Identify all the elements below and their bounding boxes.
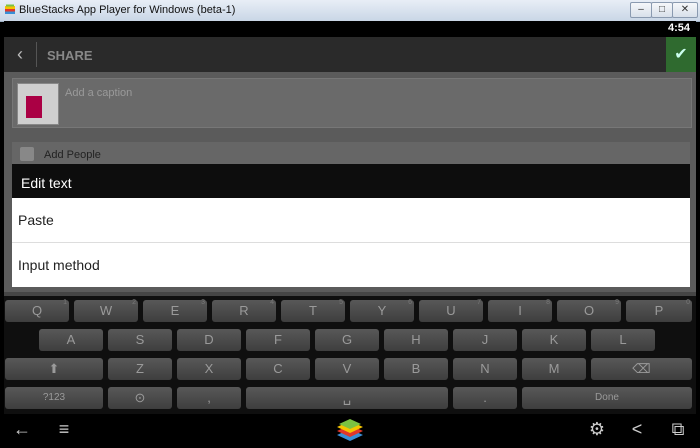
edit-text-dialog: Edit text Paste Input method — [12, 164, 690, 288]
key-k[interactable]: K — [522, 329, 586, 351]
gear-icon: ⚙ — [588, 419, 606, 439]
backspace-icon: ⌫ — [632, 361, 651, 376]
key-w[interactable]: W2 — [74, 299, 138, 322]
key-l[interactable]: L — [591, 329, 655, 351]
key-u[interactable]: U7 — [419, 299, 483, 322]
shift-key[interactable]: ⬆ — [5, 358, 103, 380]
key-e[interactable]: E3 — [143, 299, 207, 322]
back-button[interactable]: ‹ — [4, 37, 36, 72]
key-m[interactable]: M — [522, 358, 586, 380]
keyboard-settings-key[interactable]: ⊙ — [108, 387, 172, 409]
key-o[interactable]: O9 — [557, 299, 621, 322]
share-icon: < — [631, 419, 643, 439]
key-c[interactable]: C — [246, 358, 310, 380]
maximize-icon: □ — [658, 4, 666, 15]
nav-window-button[interactable]: ⧉ — [664, 414, 692, 444]
android-screen: 4:54 ‹ SHARE ✔ Add a caption Add People … — [4, 21, 696, 444]
add-people-label: Add People — [44, 149, 101, 161]
share-confirm-button[interactable]: ✔ — [666, 37, 696, 72]
bluestacks-home-button[interactable] — [335, 417, 365, 443]
close-button[interactable]: ✕ — [672, 2, 698, 18]
person-icon — [20, 147, 34, 161]
maximize-button[interactable]: □ — [651, 2, 673, 18]
space-icon: ␣ — [342, 390, 352, 405]
key-t[interactable]: T5 — [281, 299, 345, 322]
photo-thumbnail — [17, 83, 59, 125]
key-r[interactable]: R4 — [212, 299, 276, 322]
key-g[interactable]: G — [315, 329, 379, 351]
comma-key[interactable]: , — [177, 387, 241, 409]
checkmark-icon: ✔ — [674, 46, 688, 63]
delete-key[interactable]: ⌫ — [591, 358, 692, 380]
nav-settings-button[interactable]: ⚙ — [584, 414, 610, 444]
dialog-item-label: Paste — [18, 212, 54, 228]
symbols-key[interactable]: ?123 — [5, 387, 103, 409]
window-titlebar: BlueStacks App Player for Windows (beta-… — [0, 0, 700, 22]
period-key[interactable]: . — [453, 387, 517, 409]
close-icon: ✕ — [680, 4, 690, 15]
key-q[interactable]: Q1 — [5, 299, 69, 322]
menu-icon: ≡ — [58, 419, 70, 439]
status-bar: 4:54 — [4, 21, 696, 37]
shift-icon: ⬆ — [48, 361, 60, 376]
key-y[interactable]: Y6 — [350, 299, 414, 322]
dialog-header: Edit text — [12, 164, 690, 198]
minimize-icon: – — [638, 4, 644, 15]
action-bar-divider — [36, 42, 37, 67]
caption-placeholder: Add a caption — [65, 87, 133, 99]
key-v[interactable]: V — [315, 358, 379, 380]
bluestacks-app-icon — [5, 4, 15, 14]
dialog-title: Edit text — [21, 175, 72, 191]
space-key[interactable]: ␣ — [246, 387, 448, 409]
key-s[interactable]: S — [108, 329, 172, 351]
settings-circle-icon: ⊙ — [134, 390, 146, 405]
page-title: SHARE — [47, 48, 93, 63]
done-key[interactable]: Done — [522, 387, 692, 409]
key-p[interactable]: P0 — [626, 299, 692, 322]
key-z[interactable]: Z — [108, 358, 172, 380]
nav-menu-button[interactable]: ≡ — [50, 414, 78, 444]
soft-keyboard: Q1 W2 E3 R4 T5 Y6 U7 I8 O9 P0 A S D F G … — [4, 296, 696, 414]
key-j[interactable]: J — [453, 329, 517, 351]
arrow-left-icon: ← — [13, 419, 31, 439]
key-d[interactable]: D — [177, 329, 241, 351]
window-title: BlueStacks App Player for Windows (beta-… — [19, 4, 236, 16]
window-icon: ⧉ — [671, 419, 685, 439]
key-a[interactable]: A — [39, 329, 103, 351]
key-f[interactable]: F — [246, 329, 310, 351]
nav-back-button[interactable]: ← — [8, 414, 36, 444]
caption-field[interactable]: Add a caption — [12, 78, 692, 128]
nav-share-button[interactable]: < — [624, 414, 650, 444]
thumbnail-image — [26, 96, 42, 118]
bluestacks-navbar: ← ≡ ⚙ < ⧉ — [4, 414, 696, 444]
key-x[interactable]: X — [177, 358, 241, 380]
chevron-left-icon: ‹ — [17, 44, 23, 64]
minimize-button[interactable]: – — [630, 2, 652, 18]
key-i[interactable]: I8 — [488, 299, 552, 322]
key-b[interactable]: B — [384, 358, 448, 380]
status-clock: 4:54 — [667, 22, 690, 34]
key-n[interactable]: N — [453, 358, 517, 380]
dialog-item-paste[interactable]: Paste — [12, 198, 690, 243]
dialog-item-label: Input method — [18, 257, 100, 273]
key-h[interactable]: H — [384, 329, 448, 351]
dialog-item-input-method[interactable]: Input method — [12, 243, 690, 287]
action-bar: ‹ SHARE ✔ — [4, 37, 696, 72]
